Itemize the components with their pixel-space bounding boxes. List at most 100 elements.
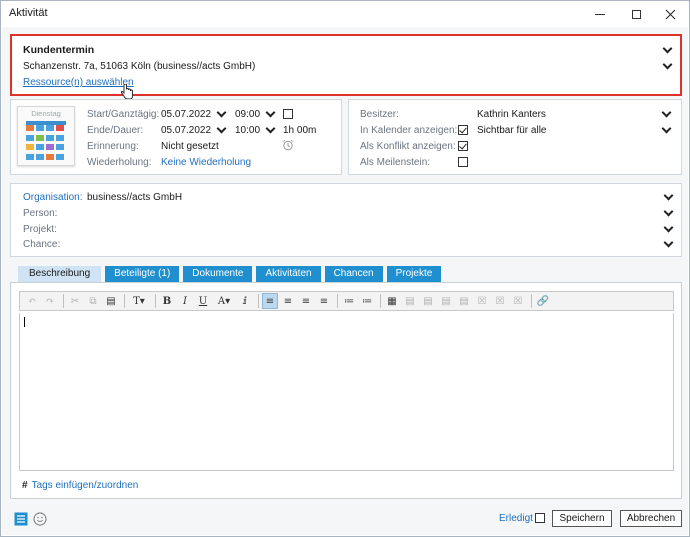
dialog-content: Kundentermin Schanzenstr. 7a, 51063 Köln… bbox=[2, 27, 688, 535]
ordered-list-icon[interactable]: ≔ bbox=[341, 293, 357, 309]
toolbar-separator bbox=[380, 294, 381, 308]
align-left-icon[interactable]: ≡ bbox=[262, 293, 278, 309]
tab-participants[interactable]: Beteiligte (1) bbox=[105, 266, 180, 282]
all-day-checkbox[interactable] bbox=[283, 109, 293, 119]
italic-icon[interactable]: I bbox=[177, 293, 193, 309]
align-center-icon[interactable]: ≡ bbox=[280, 293, 296, 309]
organisation-label[interactable]: Organisation: bbox=[23, 192, 82, 203]
align-right-icon[interactable]: ≡ bbox=[298, 293, 314, 309]
table-insert-row-above-icon[interactable]: ▤ bbox=[402, 293, 418, 309]
description-editor-panel: ↶ ↷ ✂ ⧉ ▤ T▾ B I U A▾ ⅈ ≡ ≡ ≡ ≡ ≔ ≔ ▦ ▤ … bbox=[10, 282, 682, 499]
paste-icon[interactable]: ▤ bbox=[103, 293, 119, 309]
end-time[interactable]: 10:00 bbox=[235, 125, 260, 136]
table-delete-col-icon[interactable]: ☒ bbox=[492, 293, 508, 309]
table-insert-col-right-icon[interactable]: ▤ bbox=[456, 293, 472, 309]
description-text-area[interactable] bbox=[19, 313, 674, 471]
toolbar-separator bbox=[155, 294, 156, 308]
select-resources-link[interactable]: Ressource(n) auswählen bbox=[23, 77, 134, 88]
maximize-icon bbox=[631, 9, 641, 19]
undo-icon[interactable]: ↶ bbox=[24, 293, 40, 309]
clear-format-icon[interactable]: ⅈ bbox=[237, 293, 253, 309]
organisation-value[interactable]: business//acts GmbH bbox=[87, 192, 182, 203]
font-size-icon[interactable]: T▾ bbox=[128, 293, 150, 309]
done-checkbox[interactable] bbox=[535, 513, 545, 523]
link-icon[interactable]: 🔗 bbox=[535, 293, 551, 309]
unordered-list-icon[interactable]: ≔ bbox=[359, 293, 375, 309]
subject-title[interactable]: Kundentermin bbox=[23, 44, 94, 56]
owner-panel: Besitzer: Kathrin Kanters In Kalender an… bbox=[348, 99, 682, 175]
title-bar: Aktivität bbox=[1, 1, 689, 27]
duration-value[interactable]: 1h 00m bbox=[283, 125, 316, 136]
relations-panel: Organisation: business//acts GmbH Person… bbox=[10, 183, 682, 257]
end-date[interactable]: 05.07.2022 bbox=[161, 125, 211, 136]
subject-panel: Kundentermin Schanzenstr. 7a, 51063 Köln… bbox=[10, 34, 682, 100]
close-button[interactable] bbox=[653, 1, 687, 27]
underline-icon[interactable]: U bbox=[195, 293, 211, 309]
tab-documents[interactable]: Dokumente bbox=[183, 266, 253, 282]
save-button[interactable]: Speichern bbox=[552, 510, 612, 527]
chevron-down-icon[interactable] bbox=[663, 223, 673, 233]
chevron-down-icon[interactable] bbox=[661, 124, 671, 134]
window-title: Aktivität bbox=[9, 7, 48, 19]
conflict-label: Als Konflikt anzeigen: bbox=[360, 141, 456, 152]
table-delete-row-icon[interactable]: ☒ bbox=[474, 293, 490, 309]
calendar-visibility-label: In Kalender anzeigen: bbox=[360, 125, 458, 136]
repeat-link[interactable]: Keine Wiederholung bbox=[161, 157, 251, 168]
start-label: Start/Ganztägig: bbox=[87, 109, 160, 120]
end-label: Ende/Dauer: bbox=[87, 125, 144, 136]
table-icon[interactable]: ▦ bbox=[384, 293, 400, 309]
redo-icon[interactable]: ↷ bbox=[42, 293, 58, 309]
start-date[interactable]: 05.07.2022 bbox=[161, 109, 211, 120]
chevron-down-icon[interactable] bbox=[265, 108, 275, 118]
minimize-button[interactable] bbox=[583, 1, 617, 27]
justify-icon[interactable]: ≡ bbox=[316, 293, 332, 309]
subject-location[interactable]: Schanzenstr. 7a, 51063 Köln (business//a… bbox=[23, 61, 255, 72]
start-time[interactable]: 09:00 bbox=[235, 109, 260, 120]
minimize-icon bbox=[595, 13, 605, 15]
tab-projects[interactable]: Projekte bbox=[386, 266, 442, 282]
font-color-icon[interactable]: A▾ bbox=[213, 293, 235, 309]
list-view-icon[interactable] bbox=[14, 512, 28, 526]
chevron-down-icon[interactable] bbox=[662, 60, 672, 70]
table-delete-icon[interactable]: ☒ bbox=[510, 293, 526, 309]
maximize-button[interactable] bbox=[619, 1, 653, 27]
close-icon bbox=[665, 9, 675, 19]
show-conflict-checkbox[interactable] bbox=[458, 141, 468, 151]
tab-chances[interactable]: Chancen bbox=[324, 266, 383, 282]
owner-value[interactable]: Kathrin Kanters bbox=[477, 109, 546, 120]
alarm-clock-icon[interactable] bbox=[282, 139, 294, 151]
chevron-down-icon[interactable] bbox=[216, 124, 226, 134]
tab-activities[interactable]: Aktivitäten bbox=[256, 266, 321, 282]
tags-link[interactable]: Tags einfügen/zuordnen bbox=[32, 480, 139, 491]
chevron-down-icon[interactable] bbox=[216, 108, 226, 118]
calendar-day-label: Dienstag bbox=[31, 109, 61, 118]
toolbar-separator bbox=[337, 294, 338, 308]
show-in-calendar-checkbox[interactable] bbox=[458, 125, 468, 135]
chevron-down-icon[interactable] bbox=[265, 124, 275, 134]
chevron-down-icon[interactable] bbox=[663, 191, 673, 201]
chevron-down-icon[interactable] bbox=[662, 44, 672, 54]
calendar-visibility-value[interactable]: Sichtbar für alle bbox=[477, 125, 546, 136]
milestone-checkbox[interactable] bbox=[458, 157, 468, 167]
chevron-down-icon[interactable] bbox=[661, 108, 671, 118]
cut-icon[interactable]: ✂ bbox=[67, 293, 83, 309]
toolbar-separator bbox=[531, 294, 532, 308]
tab-description[interactable]: Beschreibung bbox=[18, 266, 102, 282]
milestone-label: Als Meilenstein: bbox=[360, 157, 431, 168]
text-caret bbox=[24, 317, 25, 327]
owner-label: Besitzer: bbox=[360, 109, 399, 120]
done-label[interactable]: Erledigt bbox=[499, 513, 533, 524]
chevron-down-icon[interactable] bbox=[663, 207, 673, 217]
person-label: Person: bbox=[23, 208, 58, 219]
reminder-label: Erinnerung: bbox=[87, 141, 139, 152]
reminder-value[interactable]: Nicht gesetzt bbox=[161, 141, 219, 152]
table-insert-col-left-icon[interactable]: ▤ bbox=[438, 293, 454, 309]
hash-icon: # bbox=[22, 480, 28, 491]
copy-icon[interactable]: ⧉ bbox=[85, 293, 101, 309]
bold-icon[interactable]: B bbox=[159, 293, 175, 309]
cancel-button[interactable]: Abbrechen bbox=[620, 510, 682, 527]
chevron-down-icon[interactable] bbox=[663, 238, 673, 248]
smiley-icon[interactable] bbox=[33, 512, 47, 526]
repeat-label: Wiederholung: bbox=[87, 157, 152, 168]
table-insert-row-below-icon[interactable]: ▤ bbox=[420, 293, 436, 309]
